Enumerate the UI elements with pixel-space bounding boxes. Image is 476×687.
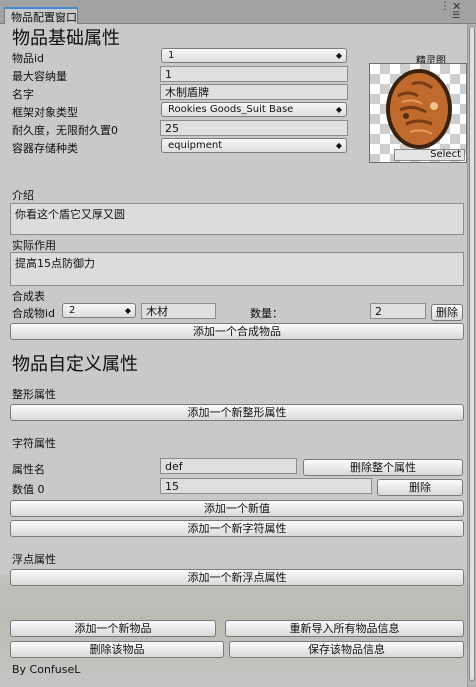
str-attr-name-input[interactable]: def xyxy=(160,458,297,474)
durability-input[interactable]: 25 xyxy=(160,120,348,136)
scrollbar-thumb[interactable] xyxy=(469,26,475,681)
frame-type-dropdown[interactable]: Rookies Goods_Suit Base ◆ xyxy=(161,102,347,117)
synthesis-item-name: 木材 xyxy=(141,303,216,319)
frame-type-value: Rookies Goods_Suit Base xyxy=(168,104,294,115)
desc-textarea[interactable]: 你看这个盾它又厚又圆 xyxy=(10,203,464,235)
synthesis-delete-button[interactable]: 删除 xyxy=(431,304,463,321)
wooden-shield-icon xyxy=(386,69,452,149)
dropdown-arrow-icon: ◆ xyxy=(335,105,342,114)
field-label-container-type: 容器存储种类 xyxy=(12,142,78,155)
dropdown-arrow-icon: ◆ xyxy=(124,306,131,315)
float-section-label: 浮点属性 xyxy=(12,553,56,566)
add-str-value-button[interactable]: 添加一个新值 xyxy=(10,500,464,517)
sprite-select-button[interactable]: Select xyxy=(394,149,465,161)
field-label-name: 名字 xyxy=(12,88,34,101)
synthesis-item-label: 合成物id xyxy=(12,307,56,320)
effect-textarea[interactable]: 提高15点防御力 xyxy=(10,252,464,286)
delete-str-attr-button[interactable]: 删除整个属性 xyxy=(303,459,463,476)
str-attr-name-label: 属性名 xyxy=(12,463,45,476)
str-value-label: 数值 0 xyxy=(12,483,45,496)
reimport-items-button[interactable]: 重新导入所有物品信息 xyxy=(225,620,464,637)
item-id-value: 1 xyxy=(168,50,175,61)
dropdown-arrow-icon: ◆ xyxy=(335,51,342,60)
item-id-dropdown[interactable]: 1 ◆ xyxy=(161,48,347,63)
str-section-label: 字符属性 xyxy=(12,437,56,450)
window-menu-icon[interactable]: ⋮ xyxy=(440,1,450,12)
str-value-input[interactable]: 15 xyxy=(160,478,372,494)
int-section-label: 整形属性 xyxy=(12,388,56,401)
container-type-value: equipment xyxy=(168,140,223,151)
window-tab[interactable]: 物品配置窗口 xyxy=(4,7,78,24)
add-str-attr-button[interactable]: 添加一个新字符属性 xyxy=(10,520,464,537)
add-synthesis-button[interactable]: 添加一个合成物品 xyxy=(10,323,464,340)
synthesis-item-id: 2 xyxy=(69,305,76,316)
vertical-scrollbar[interactable] xyxy=(467,24,476,687)
custom-header: 物品自定义属性 xyxy=(12,354,138,375)
synthesis-qty-input[interactable]: 2 xyxy=(370,303,426,319)
basic-header: 物品基础属性 xyxy=(12,28,120,49)
add-item-button[interactable]: 添加一个新物品 xyxy=(10,620,216,637)
credit-text: By ConfuseL xyxy=(12,663,81,676)
save-item-button[interactable]: 保存该物品信息 xyxy=(229,641,464,658)
add-float-attr-button[interactable]: 添加一个新浮点属性 xyxy=(10,569,464,586)
max-stack-input[interactable]: 1 xyxy=(160,66,348,82)
synthesis-qty-label: 数量： xyxy=(250,307,283,320)
add-int-attr-button[interactable]: 添加一个新整形属性 xyxy=(10,404,464,421)
field-label-frame-type: 框架对象类型 xyxy=(12,106,78,119)
name-input[interactable]: 木制盾牌 xyxy=(160,84,348,100)
list-menu-icon[interactable]: ☰ xyxy=(452,11,460,21)
field-label-item-id: 物品id xyxy=(12,52,45,65)
field-label-max-stack: 最大容纳量 xyxy=(12,70,67,83)
dropdown-arrow-icon: ◆ xyxy=(335,141,342,150)
field-label-durability: 耐久度，无限耐久置0 xyxy=(12,124,118,137)
sprite-object-field[interactable]: Select xyxy=(369,63,467,163)
effect-label: 实际作用 xyxy=(12,239,56,252)
delete-str-value-button[interactable]: 删除 xyxy=(377,479,463,496)
synthesis-item-dropdown[interactable]: 2 ◆ xyxy=(62,303,136,318)
desc-label: 介绍 xyxy=(12,189,34,202)
container-type-dropdown[interactable]: equipment ◆ xyxy=(161,138,347,153)
delete-item-button[interactable]: 删除该物品 xyxy=(10,641,224,658)
synthesis-label: 合成表 xyxy=(12,290,45,303)
